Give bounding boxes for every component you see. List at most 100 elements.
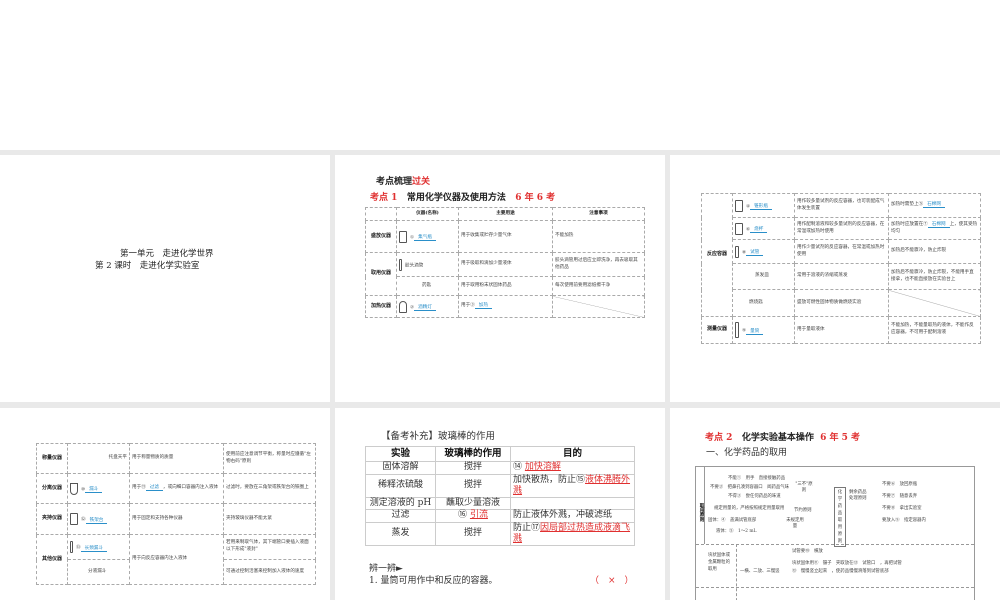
table-cell: 加热时应放置在⑦ 石棉网 上，使其受热均匀 (888, 217, 981, 240)
text: ⑬ (76, 545, 81, 551)
table-cell: 防止液体外溅，冲破滤纸 (510, 509, 635, 523)
table-cell: 加热后不能骤冷，防止炸裂 (888, 239, 981, 264)
table-row: 取用仪器 胶头滴管 用于吸取和滴加少量液体 胶头滴管用过后应立即洗净，再去吸取其他药品 (365, 252, 645, 296)
table-row: 药匙 用于取用粉末状固体药品 每次使用前要用滤纸擦干净 (366, 276, 645, 296)
text: 加快溶解 (524, 462, 561, 473)
table-cell: 过滤 (365, 509, 436, 523)
text: 称量仪器 托盘天平 用于称量物质的质量 使用前应注意调节平衡，称量时应遵循"左物右码"… (36, 443, 316, 585)
table-cell: ⑯ 引流 (435, 509, 511, 523)
table-cell: ⑧ 试管 (732, 239, 795, 264)
slide-thumbnail-6[interactable]: 考点 2 化学实验基本操作 6 年 5 考 一、化学药品的取用 取用原则 不能①… (670, 408, 1000, 600)
col-header: 目的 (510, 445, 635, 463)
text: 仪器(名称) 主要用途 注意事项 盛放仪器 ① 集气瓶 用于收集或贮存少量气体 不能加热 取… (365, 207, 645, 318)
table-cell: 过滤时，要放在三角架或铁架台的铁圈上 (223, 473, 316, 504)
col-header: 仪器(名称) (396, 207, 459, 221)
table-cell: 用于称量物质的质量 (129, 443, 224, 474)
table-cell: ⑫ 铁架台 (67, 503, 130, 535)
unit-title: 第一单元 走进化学世界 (120, 249, 214, 259)
text: 试管 (746, 250, 764, 256)
slide-thumbnail-1[interactable]: 第一单元 走进化学世界 第 2 课时 走进化学实验室 (0, 155, 330, 402)
table-cell: 每次使用前要用滤纸擦干净 (552, 276, 645, 296)
text (736, 544, 737, 600)
leftover-rule: 剩余药品处理原则 (849, 490, 867, 501)
text (70, 482, 78, 495)
lesson-title: 第 2 课时 走进化学实验室 (95, 261, 200, 271)
slide-thumbnail-3[interactable]: 反应容器 ④ 锥形瓶 用作较多量试剂的反应容器，也可装配成气体发生装置 加热时需垫上⑤ 石… (670, 155, 1000, 402)
text: ，或向细口容器内注入液体 (163, 485, 219, 491)
quiz-answer: （ × ） (590, 576, 634, 586)
table-row: ⑧ 试管 用作少量试剂的反应容器，在常温或加热时使用 加热后不能骤冷，防止炸裂 (702, 239, 981, 264)
table-row: 加热仪器 ② 酒精灯 用于③ 加热 (365, 295, 645, 318)
text: 胶头滴管 (405, 263, 424, 268)
table-cell: 测量仪器 (701, 316, 733, 344)
table-row: ⑥ 烧杯 用作配制溶液和较多量试剂的反应容器，在常温或加热时使用 加热时应放置在⑦ 石棉… (702, 217, 981, 240)
slide-thumbnail-2[interactable]: 考点梳理过关 考点 1 常用化学仪器及使用方法 6 年 6 考 仪器(名称) 主要… (335, 155, 665, 402)
save-rule: 节约原则 (794, 508, 812, 513)
table-cell: 胶头滴管 (396, 252, 459, 277)
table-row: 稀释浓硫酸 搅拌 加快散热，防止⑮液体沸腾外溅 (365, 473, 635, 498)
kp-frequency: 6 年 5 考 (820, 433, 861, 443)
text: 石棉网 (923, 202, 945, 209)
slide-thumbnail-5[interactable]: 【备考补充】玻璃棒的作用 实验 玻璃棒的作用 目的 固体溶解 搅拌 ⑭ 加快溶解 稀释浓… (335, 408, 665, 600)
quiz-item: 1. 量筒可用作中和反应的容器。 (369, 576, 498, 586)
kp-frequency: 6 年 6 考 (515, 193, 556, 203)
text: 加热 (474, 303, 492, 310)
text: 实验 玻璃棒的作用 目的 固体溶解 搅拌 ⑭ 加快溶解 稀释浓硫酸 搅拌 加快散热，防止⑮液… (365, 445, 635, 546)
text: 引流 (469, 510, 488, 521)
table-cell: 用于③ 加热 (458, 295, 553, 318)
slide-thumbnail-4[interactable]: 称量仪器 托盘天平 用于称量物质的质量 使用前应注意调节平衡，称量时应遵循"左物右码"… (0, 408, 330, 600)
text: 用于③ (461, 303, 475, 309)
table-cell: 夹持仪器 (36, 503, 68, 535)
table-row: 仪器(名称) 主要用途 注意事项 (365, 207, 645, 221)
center-box: 化学药品取用原则 (834, 487, 846, 548)
table-cell: 其他仪器 (36, 534, 68, 585)
kp-text: 常用化学仪器及使用方法 (406, 193, 506, 203)
table-cell: 胶头滴管用过后应立即洗净，再去吸取其他药品 (552, 252, 645, 277)
leftover-item: 不要⑦ 随意丢弃 (882, 494, 918, 499)
text: ⑯ (458, 510, 468, 521)
table-cell: 盛放可燃性固体物质做燃烧实验 (794, 289, 889, 317)
table-cell: ① 集气瓶 (396, 220, 459, 253)
rule-line: 液体：⑤ 1～2 mL (716, 529, 757, 534)
table-cell: 搅拌 (435, 461, 511, 475)
leftover-item: 不要⑥ 放回原瓶 (882, 482, 918, 487)
leftover-item: 要放入⑨ 指定容器内 (882, 518, 926, 523)
table-cell (888, 289, 981, 317)
heading-text: 考点梳理 (376, 177, 413, 187)
table-cell: 若用来制取气体，其下端管口要插入液面以下形成"液封" (223, 534, 316, 560)
table-row: 夹持仪器 ⑫ 铁架台 用于固定和支持各种仪器 夹持玻璃仪器不能太紧 (36, 503, 316, 535)
text (696, 587, 974, 588)
glass-rod-table: 实验 玻璃棒的作用 目的 固体溶解 搅拌 ⑭ 加快溶解 稀释浓硫酸 搅拌 加快散热，防止⑮液… (365, 445, 635, 546)
text: ⑭ (513, 462, 523, 473)
rule-line: 不要② 把鼻孔凑到容器口 闻药品气味 (710, 485, 790, 490)
col-header: 主要用途 (458, 207, 553, 221)
table-cell: 用作少量试剂的反应容器，在常温或加热时使用 (794, 239, 889, 264)
table-cell: ② 酒精灯 (396, 295, 459, 318)
table-cell: 夹持玻璃仪器不能太紧 (223, 503, 316, 535)
table-cell: ⑭ 加快溶解 (510, 461, 635, 475)
table-cell: ⑨ 量筒 (732, 316, 795, 344)
rule-line: 不得③ 尝任何药品的味道 (728, 494, 781, 499)
leftover-item: 不要⑧ 拿出实验室 (882, 506, 922, 511)
instrument-table-continued: 称量仪器 托盘天平 用于称量物质的质量 使用前应注意调节平衡，称量时应遵循"左物右码"… (36, 443, 316, 585)
text: 量筒 (746, 328, 764, 335)
table-cell: 加热时需垫上⑤ 石棉网 (888, 193, 981, 218)
kp-text: 化学实验基本操作 (741, 433, 814, 443)
table-cell: 防止⑰因局部过热造成液滴飞溅 (510, 521, 635, 546)
text (70, 541, 73, 553)
text (735, 199, 743, 212)
table-cell: 可通过控制活塞来控制加入液体的速度 (223, 559, 316, 585)
table-cell: 测定溶液的 pH (365, 496, 436, 511)
table-row: 实验 玻璃棒的作用 目的 (365, 445, 635, 463)
text: 锥形瓶 (750, 204, 772, 210)
text (399, 258, 402, 271)
kp2-title: 考点 2 化学实验基本操作 6 年 5 考 (705, 430, 860, 443)
table-cell: 盛放仪器 (365, 220, 397, 253)
text: 反应容器 ④ 锥形瓶 用作较多量试剂的反应容器，也可装配成气体发生装置 加热时需垫上⑤ 石… (701, 193, 981, 344)
unspecified-amount: 未规定用量 (786, 518, 804, 529)
table-cell: 搅拌 (435, 521, 511, 546)
table-cell: 加热后不能骤冷，防止炸裂，不能用手直接拿，也不能直接放在实验台上 (888, 263, 981, 290)
col-header: 实验 (365, 445, 436, 463)
text: 过滤 (145, 485, 163, 492)
table-cell: 用于取用粉末状固体药品 (458, 276, 553, 296)
